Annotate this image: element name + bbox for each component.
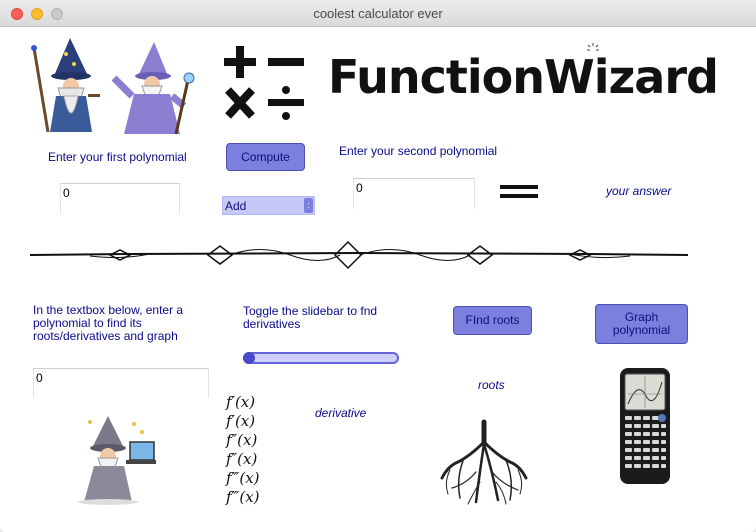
derivative-item: f′(x) xyxy=(226,393,256,411)
second-poly-label: Enter your second polynomial xyxy=(339,144,498,158)
answer-output: your answer xyxy=(606,184,672,198)
math-operators-icon xyxy=(224,46,304,120)
third-poly-input[interactable]: 0 xyxy=(33,368,209,398)
operation-select[interactable]: Add : xyxy=(222,196,315,215)
derivative-item: f‴(x) xyxy=(226,488,260,506)
roots-output: roots xyxy=(478,378,505,392)
derivative-slider[interactable] xyxy=(243,352,399,364)
first-poly-input[interactable]: 0 xyxy=(60,183,180,214)
wizard-icon xyxy=(111,42,195,135)
wizard-icon xyxy=(31,38,100,133)
derivative-item: f′(x) xyxy=(226,412,256,430)
app-logo: FunctionWizard xyxy=(328,50,719,104)
slider-thumb[interactable] xyxy=(243,352,255,364)
slider-label: Toggle the slidebar to fnd derivatives xyxy=(243,304,378,331)
derivative-output: derivative xyxy=(315,406,367,420)
wizard-laptop-icon xyxy=(78,416,156,505)
derivative-item: f″(x) xyxy=(226,450,258,468)
first-poly-label: Enter your first polynomial xyxy=(48,150,187,164)
graph-polynomial-button[interactable]: Graph polynomial xyxy=(595,304,688,344)
app-window: coolest calculator ever FunctionWizard E… xyxy=(0,0,756,532)
title-bar: coolest calculator ever xyxy=(0,0,756,27)
equals-icon xyxy=(500,185,538,198)
compute-button[interactable]: Compute xyxy=(226,143,305,171)
derivative-item: f‴(x) xyxy=(226,469,260,487)
operation-selected: Add xyxy=(225,199,247,213)
ornamental-divider xyxy=(29,240,689,270)
derivative-item: f″(x) xyxy=(226,431,258,449)
select-arrow-icon[interactable]: : xyxy=(304,198,313,213)
calculator-icon xyxy=(620,368,670,484)
window-title: coolest calculator ever xyxy=(313,6,443,21)
second-poly-input[interactable]: 0 xyxy=(353,178,475,209)
third-poly-label: In the textbox below, enter a polynomial… xyxy=(33,303,184,343)
roots-icon xyxy=(440,419,528,505)
sparkle-icon xyxy=(587,43,599,51)
find-roots-button[interactable]: FInd roots xyxy=(453,306,532,335)
